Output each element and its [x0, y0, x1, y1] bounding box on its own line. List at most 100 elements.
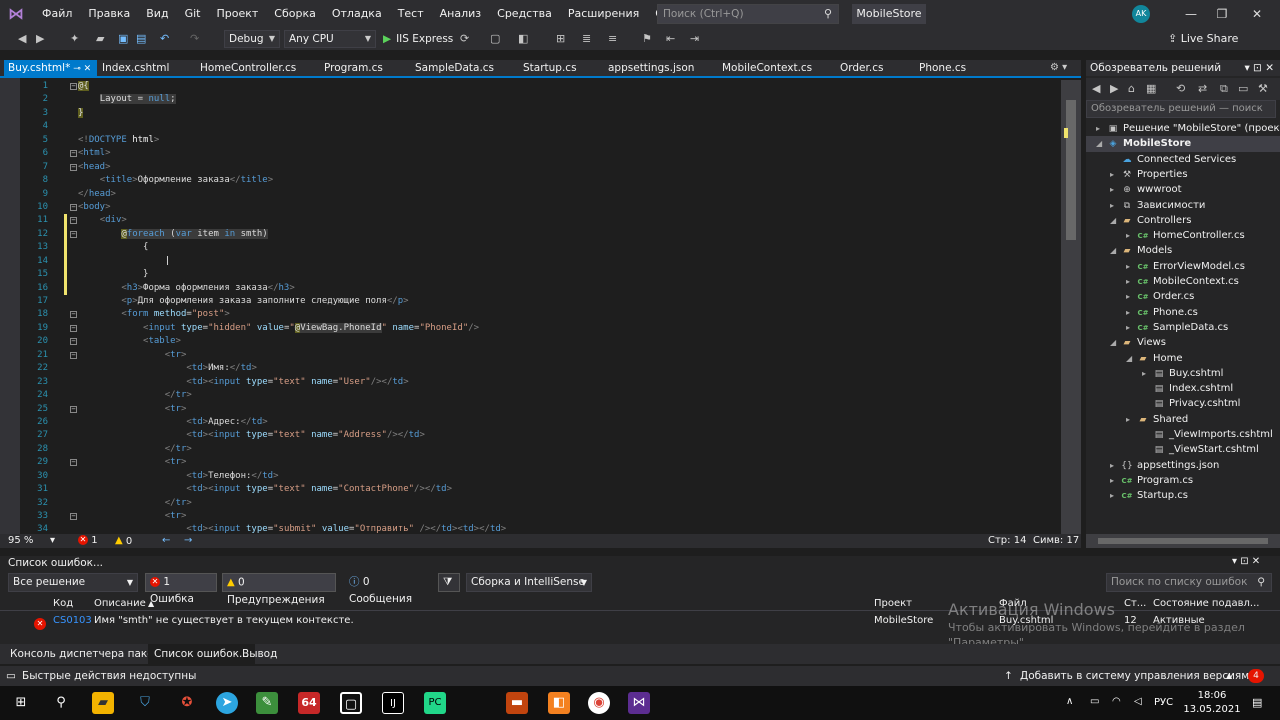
code-editor[interactable]: 1− @{2 Layout = null; 3} 4 5 <!DOCTYPE html> 6… [0, 76, 1081, 536]
visual-studio-icon[interactable]: ⋈ [628, 692, 650, 714]
visual-studio-logo-icon[interactable]: ⋈ [8, 5, 28, 23]
network-icon[interactable]: ▭ [1090, 696, 1099, 707]
tree-item[interactable]: ▸ ⊕ wwwroot [1110, 182, 1182, 197]
tree-item[interactable]: ▸ ▰ Shared [1126, 412, 1188, 427]
configuration-dropdown[interactable]: Debug ▼ [224, 30, 280, 48]
menu-item[interactable]: Вид [138, 0, 176, 28]
tree-item[interactable]: ▸ C# Program.cs [1110, 473, 1193, 488]
redo-icon[interactable]: ↷ [190, 31, 199, 47]
code-line[interactable]: 2 Layout = null; [20, 93, 1060, 106]
code-line[interactable]: 25 − <tr> [20, 403, 1060, 416]
tree-item[interactable]: ▤ _ViewStart.cshtml [1142, 442, 1259, 457]
fold-toggle-icon[interactable]: − [70, 163, 77, 171]
expand-chevron-icon[interactable]: ▸ [1096, 121, 1106, 136]
jetbrains-icon[interactable]: IJ [382, 692, 404, 714]
code-line[interactable]: 26 <td>Адрес:</td> [20, 416, 1060, 429]
code-line[interactable]: 12 − @foreach (var item in smth) [20, 227, 1060, 242]
notepad-icon[interactable]: ✎ [256, 692, 278, 714]
tree-item[interactable]: ◢ ▰ Models [1110, 243, 1172, 258]
tree-item[interactable]: ▸ C# ErrorViewModel.cs [1126, 259, 1245, 274]
new-project-icon[interactable]: ✦ [70, 31, 79, 47]
tab[interactable]: Index.cshtml [98, 60, 169, 76]
language-indicator[interactable]: РУС [1154, 697, 1173, 708]
tab-overflow-controls[interactable]: ⚙ ▾ [1050, 60, 1081, 76]
tree-item[interactable]: ◢ ▰ Views [1110, 335, 1166, 350]
tree-item[interactable]: ▸ C# Startup.cs [1110, 488, 1188, 503]
save-icon[interactable]: ▣ [118, 31, 128, 47]
run-button[interactable]: ▶ IIS Express [383, 30, 453, 48]
code-line[interactable]: 11 − <div> [20, 214, 1060, 228]
live-share-button[interactable]: ⇪ Live Share [1168, 30, 1238, 48]
fold-toggle-icon[interactable]: − [70, 230, 77, 238]
code-line[interactable]: 27 <td><input type="text" name="Address"… [20, 429, 1060, 442]
fold-toggle-icon[interactable]: − [70, 338, 77, 346]
fold-toggle-icon[interactable]: − [70, 150, 77, 158]
error-code-link[interactable]: CS0103 [53, 612, 92, 630]
menu-item[interactable]: Git [177, 0, 209, 28]
code-line[interactable]: 18 − <form method="post"> [20, 308, 1060, 321]
expand-chevron-icon[interactable]: ◢ [1110, 243, 1120, 258]
expand-chevron-icon[interactable]: ▸ [1126, 228, 1136, 243]
code-line[interactable]: 21 − <tr> [20, 349, 1060, 362]
tree-item[interactable]: ▤ Privacy.cshtml [1142, 396, 1241, 411]
menu-item[interactable]: Правка [80, 0, 138, 28]
tree-item[interactable]: ▸{} appsettings.json [1110, 458, 1219, 473]
filter-icon[interactable]: ⧩ [438, 573, 460, 592]
tab[interactable]: Phone.cs [915, 60, 966, 76]
zoom-level[interactable]: 95 % [8, 534, 33, 548]
menu-item[interactable]: Анализ [432, 0, 490, 28]
layout-icon[interactable]: ⊞ [556, 31, 565, 47]
search-icon[interactable]: ⚲ [824, 7, 832, 20]
code-line[interactable]: 7 − <head> [20, 161, 1060, 174]
tab[interactable]: SampleData.cs [411, 60, 494, 76]
fold-toggle-icon[interactable]: − [70, 459, 77, 467]
source-dropdown[interactable]: Сборка и IntelliSense ▼ [466, 573, 592, 592]
menu-item[interactable]: Отладка [324, 0, 390, 28]
code-line[interactable]: 28 </tr> [20, 443, 1060, 456]
error-indicator[interactable]: ✕ 1 [78, 534, 98, 548]
tree-item[interactable]: ◢ ▰ Home [1126, 351, 1183, 366]
menu-item[interactable]: Файл [34, 0, 80, 28]
expand-chevron-icon[interactable]: ▸ [1110, 167, 1120, 182]
code-line[interactable]: 8 <title>Оформление заказа</title> [20, 174, 1060, 187]
chevron-up-icon[interactable]: ▲ [1226, 666, 1232, 686]
tree-item[interactable]: ▤ Index.cshtml [1142, 381, 1233, 396]
tree-item[interactable]: ▸ ⧉ Зависимости [1110, 198, 1205, 213]
errors-filter-button[interactable]: ✕ 1 Ошибка [145, 573, 217, 605]
open-folder-icon[interactable]: ▰ [96, 31, 104, 47]
fold-toggle-icon[interactable]: − [70, 351, 77, 359]
tree-item[interactable]: ▸ ▤ Buy.cshtml [1142, 366, 1223, 381]
tree-item[interactable]: ▸▣ Решение "MobileStore" (проекты: 1 [1096, 121, 1280, 136]
forward-icon[interactable]: ▶ [36, 31, 44, 47]
tree-item[interactable]: ▤ _ViewImports.cshtml [1142, 427, 1273, 442]
close-icon[interactable]: ✕ [1242, 2, 1272, 26]
menu-item[interactable]: Тест [390, 0, 432, 28]
expand-chevron-icon[interactable]: ▸ [1126, 289, 1136, 304]
search-icon[interactable]: ⚲ [50, 692, 72, 714]
app-icon[interactable]: ▬ [506, 692, 528, 714]
menu-item[interactable]: Проект [208, 0, 266, 28]
previous-issue-icon[interactable]: ← [162, 534, 170, 548]
expand-chevron-icon[interactable]: ◢ [1110, 213, 1120, 228]
code-line[interactable]: 17 <p>Для оформления заказа заполните сл… [20, 295, 1060, 308]
code-line[interactable]: 31 <td><input type="text" name="ContactP… [20, 483, 1060, 496]
code-line[interactable]: 16 <h3>Форма оформления заказа</h3> [20, 281, 1060, 295]
header-code[interactable]: Код [53, 596, 73, 611]
horizontal-scrollbar[interactable] [1086, 534, 1280, 548]
expand-chevron-icon[interactable]: ▸ [1126, 305, 1136, 320]
defender-icon[interactable]: ⛉ [134, 692, 156, 714]
tree-item[interactable]: ▸ C# SampleData.cs [1126, 320, 1228, 335]
tab-pin-close-icon[interactable]: ⊸ ✕ [70, 64, 91, 74]
code-line[interactable]: 30 <td>Телефон:</td> [20, 470, 1060, 483]
tree-item[interactable]: ▸ C# MobileContext.cs [1126, 274, 1239, 289]
minimize-icon[interactable]: — [1176, 2, 1206, 26]
code-line[interactable]: 14 | [20, 254, 1060, 269]
scope-dropdown[interactable]: Все решение ▼ [8, 573, 138, 592]
code-line[interactable]: 22 <td>Имя:</td> [20, 362, 1060, 375]
expand-chevron-icon[interactable]: ▸ [1126, 320, 1136, 335]
chrome-icon[interactable]: ◉ [588, 692, 610, 714]
file-explorer-icon[interactable]: ▰ [92, 692, 114, 714]
wifi-icon[interactable]: ◠ [1112, 696, 1121, 707]
tree-item[interactable]: ☁ Connected Services [1110, 152, 1237, 167]
tray-chevron-icon[interactable]: ∧ [1066, 696, 1073, 707]
